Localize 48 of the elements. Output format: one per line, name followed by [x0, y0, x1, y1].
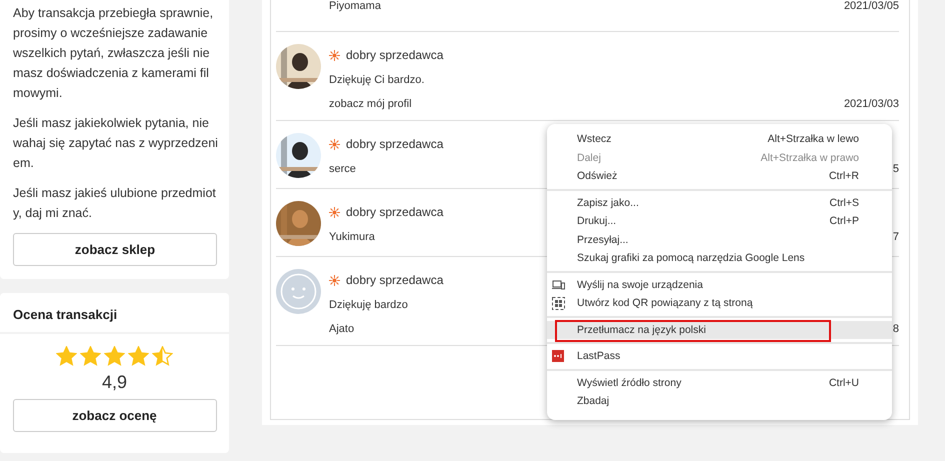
half-star-icon [152, 346, 173, 366]
qr-code-icon [552, 296, 565, 310]
star-icon [128, 346, 149, 366]
menu-item[interactable]: Utwórz kod QR powiązany z tą stroną [547, 294, 892, 312]
star-icon [56, 346, 77, 366]
star-icon [80, 346, 101, 366]
seller-rank-label: dobry sprzedawca [346, 273, 444, 287]
reviewer-name: Ajato [329, 323, 354, 335]
review-date: 2021/03/05 [844, 0, 899, 12]
reviewer-name: Piyomama [329, 0, 381, 12]
sun-icon [329, 206, 340, 218]
lastpass-icon [552, 350, 564, 362]
reviewer-name: serce [329, 163, 356, 175]
rating-score: 4,9 [102, 372, 128, 393]
menu-item[interactable]: Szukaj grafiki za pomocą narzędzia Google Lens [547, 249, 892, 268]
sun-icon [329, 274, 340, 286]
review-date: 7 [892, 231, 899, 243]
seller-rank-label: dobry sprzedawca [346, 48, 444, 62]
review-date: 5 [892, 163, 899, 175]
menu-item[interactable]: Odśwież Ctrl+R [547, 167, 892, 186]
avatar-icon [276, 269, 321, 314]
review-date: 2021/03/03 [844, 98, 899, 110]
view-shop-button[interactable]: zobacz sklep [13, 233, 217, 266]
reviewer-name: zobacz mój profil [329, 98, 412, 110]
menu-item[interactable]: Wyświetl źródło strony Ctrl+U [547, 374, 892, 392]
review-comment: Dziękuję bardzo [329, 299, 408, 311]
menu-item[interactable]: Wyślij na swoje urządzenia [547, 276, 892, 294]
menu-item[interactable]: Przesyłaj... [547, 230, 892, 249]
description-text: Aby transakcja przebiegła sprawnie, prosimy o wcześniejsze zadawanie wszelkich pytań, zwłaszcza jeśli nie masz doświadczenia z kamerami filmowymi. [13, 5, 214, 102]
section-title: Ocena transakcji [0, 293, 229, 334]
sun-icon [329, 138, 340, 150]
menu-item[interactable]: Drukuj... Ctrl+P [547, 212, 892, 230]
star-icon [104, 346, 125, 366]
description-text: Jeśli masz jakiekolwiek pytania, nie wahaj się zapytać nas z wyprzedzeniem. [13, 115, 218, 172]
menu-item[interactable]: Wstecz Alt+Strzałka w lewo [547, 130, 892, 148]
view-rating-button[interactable]: zobacz ocenę [12, 399, 216, 432]
seller-rank-label: dobry sprzedawca [346, 137, 444, 151]
menu-item[interactable]: Zbadaj [547, 392, 892, 410]
menu-item[interactable]: Zapisz jako... Ctrl+S [547, 194, 892, 212]
seller-rank-label: dobry sprzedawca [346, 205, 444, 219]
description-text: Jeśli masz jakieś ulubione przedmioty, daj mi znać. [13, 185, 217, 222]
menu-item[interactable]: LastPass [547, 347, 892, 366]
reviewer-name: Yukimura [329, 231, 375, 243]
sun-icon [329, 50, 340, 60]
review-comment: Dziękuję Ci bardzo. [329, 74, 424, 86]
menu-item[interactable]: Przetłumacz na język polski [547, 320, 892, 339]
review-date: 8 [892, 323, 899, 335]
devices-icon [552, 280, 565, 290]
